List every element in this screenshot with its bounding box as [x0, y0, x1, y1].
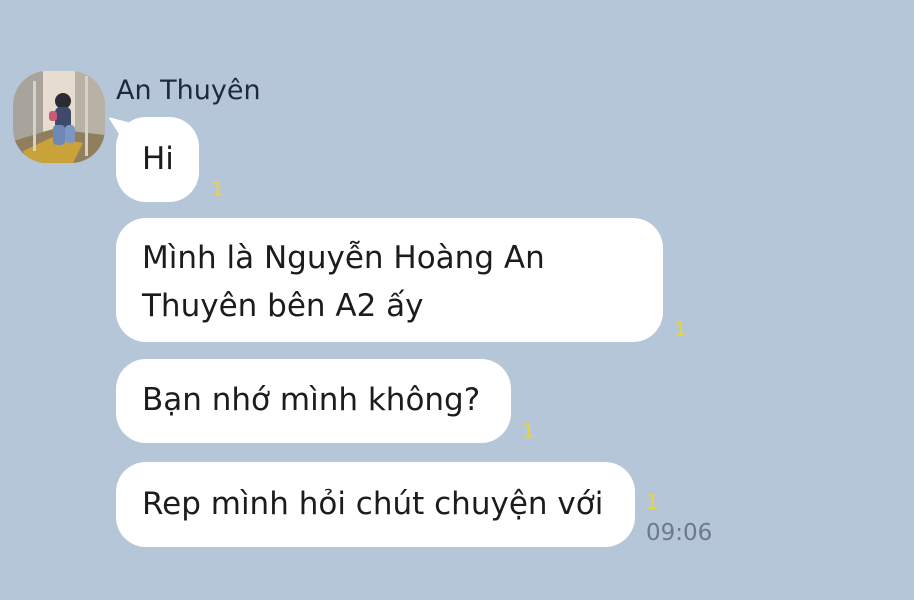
chat-area: An Thuyên Hi 1 Mình là Nguyễn Hoàng An T…: [0, 0, 914, 600]
unread-count: 1: [646, 490, 659, 514]
message-bubble[interactable]: Bạn nhớ mình không?: [116, 359, 511, 443]
message-timestamp: 09:06: [646, 520, 713, 546]
message-bubble[interactable]: Mình là Nguyễn Hoàng An Thuyên bên A2 ấy: [116, 218, 663, 342]
message-text-line: Thuyên bên A2 ấy: [142, 288, 424, 324]
message-text: Bạn nhớ mình không?: [142, 382, 481, 418]
unread-count: 1: [211, 177, 224, 201]
sender-avatar[interactable]: [13, 71, 105, 163]
message-bubble[interactable]: Hi: [116, 117, 199, 202]
sender-name: An Thuyên: [116, 75, 261, 106]
message-text: Hi: [142, 141, 174, 177]
avatar-photo-icon: [13, 71, 105, 163]
message-text: Rep mình hỏi chút chuyện với: [142, 486, 604, 522]
unread-count: 1: [522, 419, 535, 443]
unread-count: 1: [674, 317, 687, 341]
message-text-line: Mình là Nguyễn Hoàng An: [142, 240, 545, 276]
message-bubble[interactable]: Rep mình hỏi chút chuyện với: [116, 462, 635, 547]
